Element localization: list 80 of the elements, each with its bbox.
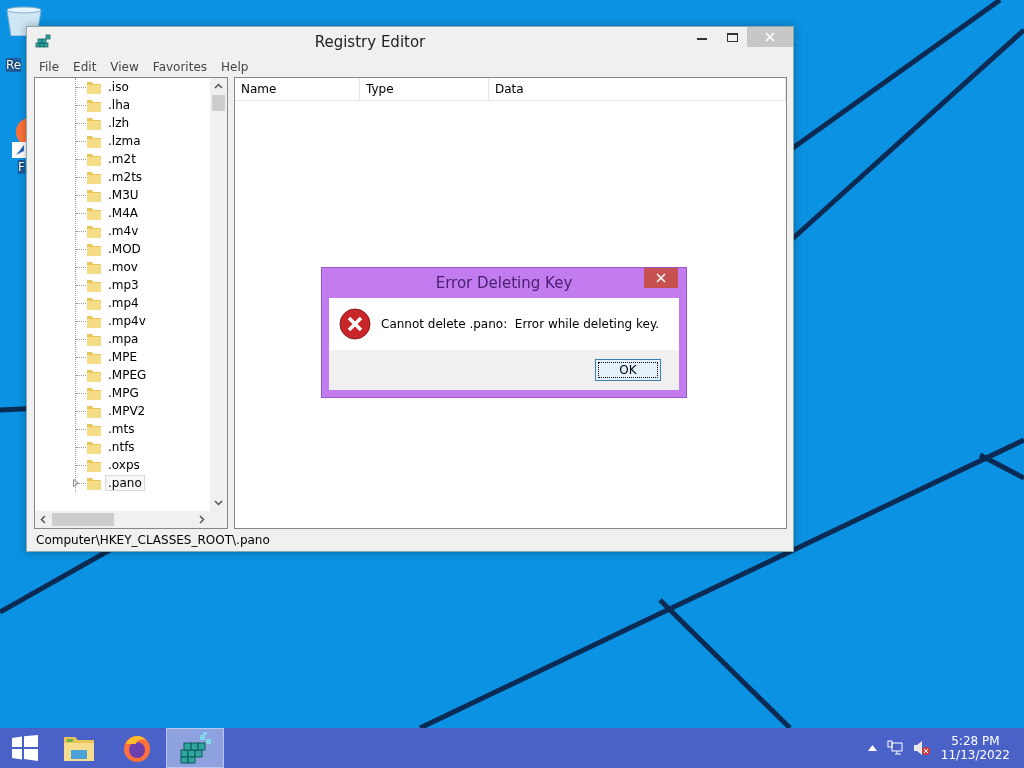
menu-item[interactable]: View [104, 60, 145, 74]
window-title: Registry Editor [313, 33, 427, 51]
tree-item[interactable]: .MPV2 [105, 403, 149, 419]
menu-item[interactable]: File [33, 60, 66, 74]
network-icon[interactable] [886, 740, 903, 756]
folder-icon [86, 169, 102, 185]
clock-time[interactable]: 5:28 PM [951, 734, 1000, 748]
speaker-muted-icon[interactable] [912, 740, 931, 756]
scroll-thumb[interactable] [52, 513, 114, 526]
windows-logo-icon [12, 735, 38, 761]
tree-item[interactable]: .MOD [105, 241, 144, 257]
status-bar-path: Computer\HKEY_CLASSES_ROOT\.pano [36, 533, 270, 547]
vertical-scrollbar[interactable] [210, 78, 227, 511]
clock-date[interactable]: 11/13/2022 [940, 748, 1010, 762]
folder-icon [86, 367, 102, 383]
folder-icon [86, 259, 102, 275]
folder-icon [86, 187, 102, 203]
tree-item[interactable]: .MPE [105, 349, 140, 365]
folder-icon [86, 205, 102, 221]
tree-item[interactable]: .MPEG [105, 367, 150, 383]
tree-item[interactable]: .mts [105, 421, 138, 437]
tree-item[interactable]: .oxps [105, 457, 143, 473]
folder-icon [86, 403, 102, 419]
close-button[interactable] [644, 268, 678, 288]
ok-button[interactable]: OK [595, 359, 661, 381]
tree-item[interactable]: .m2ts [105, 169, 146, 185]
maximize-icon [726, 32, 738, 42]
tree-item[interactable]: .iso [105, 79, 132, 95]
tree-item[interactable]: .ntfs [105, 439, 138, 455]
tree-item[interactable]: .MPG [105, 385, 142, 401]
column-header[interactable]: Data [489, 78, 786, 100]
tree-item[interactable]: .lzma [105, 133, 144, 149]
tree-item[interactable]: .mpa [105, 331, 142, 347]
folder-icon [86, 133, 102, 149]
folder-icon [86, 331, 102, 347]
folder-icon [86, 79, 102, 95]
close-icon [656, 273, 666, 283]
desktop-icon-label[interactable]: Re [6, 58, 22, 72]
menu-item[interactable]: Favorites [146, 60, 214, 74]
folder-icon [86, 439, 102, 455]
tree-item[interactable]: .m2t [105, 151, 139, 167]
dialog-title: Error Deleting Key [434, 274, 574, 292]
tree-item[interactable]: .pano [105, 475, 145, 491]
scroll-thumb[interactable] [212, 95, 225, 111]
tree-item[interactable]: .M4A [105, 205, 141, 221]
folder-icon [86, 241, 102, 257]
folder-icon [86, 115, 102, 131]
folder-icon [86, 151, 102, 167]
tree-item[interactable]: .mp4 [105, 295, 142, 311]
folder-icon [86, 277, 102, 293]
folder-icon [86, 385, 102, 401]
tree-item[interactable]: .M3U [105, 187, 142, 203]
registry-icon [178, 732, 212, 764]
folder-icon [86, 295, 102, 311]
folder-icon [86, 223, 102, 239]
show-hidden-icons-icon[interactable] [867, 745, 877, 751]
error-icon [339, 308, 371, 340]
column-header[interactable]: Type [360, 78, 489, 100]
folder-icon [86, 313, 102, 329]
tree-item[interactable]: .lzh [105, 115, 133, 131]
column-header[interactable]: Name [235, 78, 360, 100]
desktop-icon-label[interactable]: F [18, 160, 25, 174]
close-icon [765, 32, 775, 42]
registry-icon [35, 34, 53, 50]
folder-icon [86, 349, 102, 365]
folder-icon [86, 97, 102, 113]
tree-item[interactable]: .lha [105, 97, 134, 113]
tree-item[interactable]: .mov [105, 259, 141, 275]
folder-icon [86, 475, 102, 491]
taskbar-app[interactable] [166, 728, 224, 768]
error-message: Cannot delete .pano: Error while deleting key. [381, 317, 660, 331]
folder-icon [86, 457, 102, 473]
tree-item[interactable]: .m4v [105, 223, 142, 239]
menu-item[interactable]: Help [215, 60, 255, 74]
tree-item[interactable]: .mp3 [105, 277, 142, 293]
tree-item[interactable]: .mp4v [105, 313, 149, 329]
menu-item[interactable]: Edit [67, 60, 103, 74]
expand-arrow-icon[interactable] [73, 479, 79, 487]
folder-icon [86, 421, 102, 437]
horizontal-scrollbar[interactable] [35, 511, 227, 528]
